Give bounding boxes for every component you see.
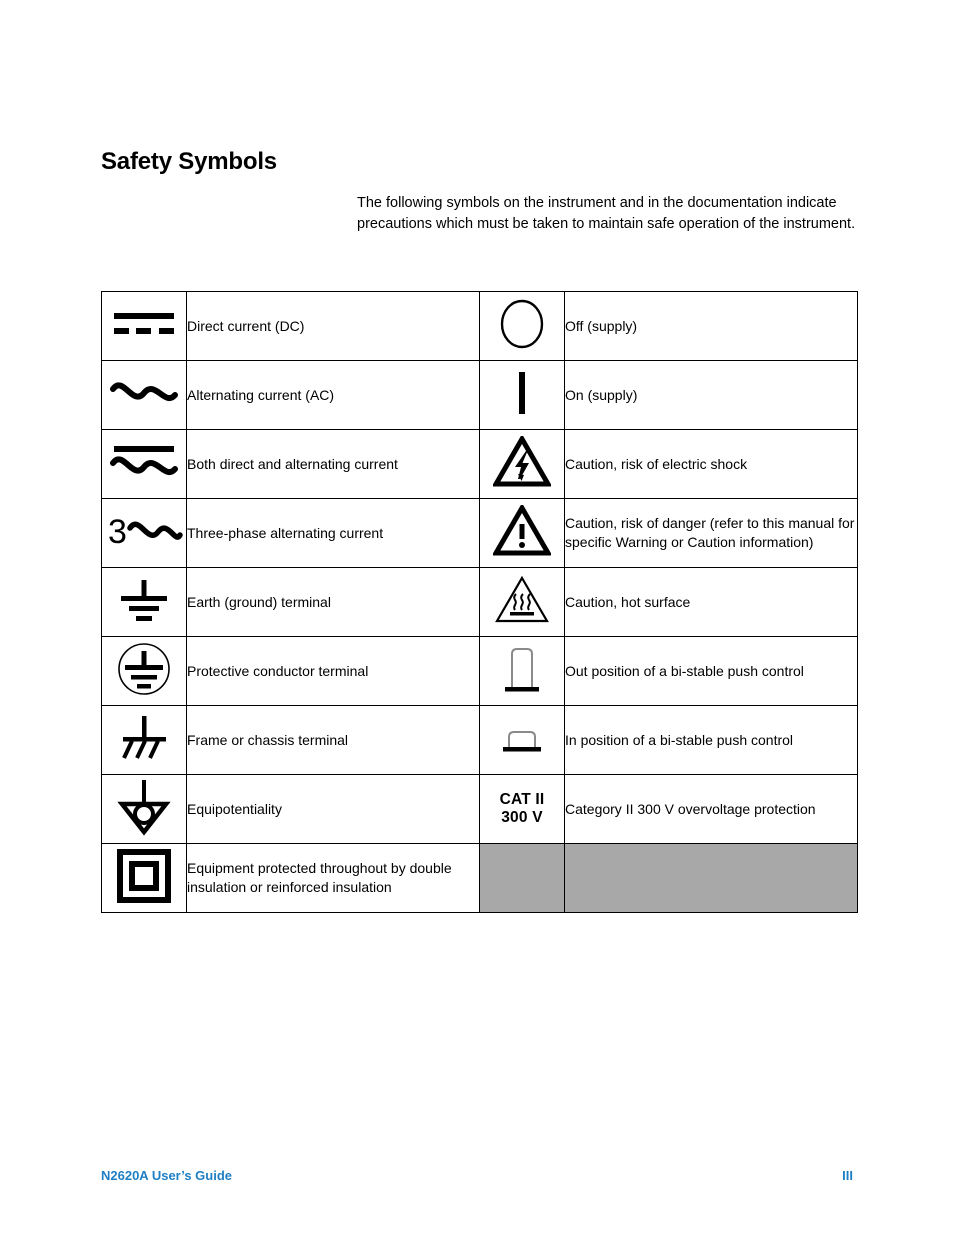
safety-symbols-table: Direct current (DC) Off (supply) Alterna… (101, 291, 858, 913)
symbol-description: Caution, risk of electric shock (564, 429, 858, 499)
double-insulation-icon (101, 843, 187, 913)
empty-symbol-cell (479, 843, 565, 913)
symbol-description: Caution, risk of danger (refer to this m… (564, 498, 858, 568)
table-row: Frame or chassis terminal In position of… (101, 705, 858, 775)
table-row: Both direct and alternating current Caut… (101, 429, 858, 499)
symbol-description: Frame or chassis terminal (186, 705, 480, 775)
electric-shock-warning-icon (479, 429, 565, 499)
protective-conductor-icon (101, 636, 187, 706)
alternating-current-icon (101, 360, 187, 430)
table-row: Alternating current (AC) On (supply) (101, 360, 858, 430)
symbol-description: Caution, hot surface (564, 567, 858, 637)
symbol-description: Category II 300 V overvoltage protection (564, 774, 858, 844)
general-warning-icon (479, 498, 565, 568)
symbol-description: Both direct and alternating current (186, 429, 480, 499)
table-row: Equipment protected throughout by double… (101, 843, 858, 913)
frame-chassis-icon (101, 705, 187, 775)
symbol-description: Off (supply) (564, 291, 858, 361)
symbol-description: Equipment protected throughout by double… (186, 843, 480, 913)
symbol-description: Alternating current (AC) (186, 360, 480, 430)
direct-and-alternating-current-icon (101, 429, 187, 499)
footer-page-number: III (842, 1168, 853, 1183)
hot-surface-warning-icon (479, 567, 565, 637)
symbol-description: Earth (ground) terminal (186, 567, 480, 637)
symbol-description: Equipotentiality (186, 774, 480, 844)
svg-text:3: 3 (108, 513, 127, 551)
symbol-description: Three-phase alternating current (186, 498, 480, 568)
cat-rating-line1: CAT II (499, 791, 545, 808)
direct-current-icon (101, 291, 187, 361)
push-control-out-icon (479, 636, 565, 706)
table-row: Direct current (DC) Off (supply) (101, 291, 858, 361)
table-row: Equipotentiality CAT II 300 V Category I… (101, 774, 858, 844)
earth-ground-icon (101, 567, 187, 637)
page-title: Safety Symbols (101, 148, 277, 175)
power-off-circle-icon (479, 291, 565, 361)
symbol-description: Protective conductor terminal (186, 636, 480, 706)
intro-paragraph: The following symbols on the instrument … (357, 195, 856, 232)
symbol-description: Out position of a bi-stable push control (564, 636, 858, 706)
empty-description-cell (564, 843, 858, 913)
push-control-in-icon (479, 705, 565, 775)
cat-rating-text: CAT II 300 V (479, 774, 565, 844)
symbol-description: Direct current (DC) (186, 291, 480, 361)
three-phase-alternating-current-icon: 3 (101, 498, 187, 568)
table-row: Earth (ground) terminal Caution, hot sur… (101, 567, 858, 637)
table-row: 3 Three-phase alternating current Cautio… (101, 498, 858, 568)
symbol-description: In position of a bi-stable push control (564, 705, 858, 775)
equipotentiality-icon (101, 774, 187, 844)
cat-rating-line2: 300 V (501, 809, 543, 826)
power-on-bar-icon (479, 360, 565, 430)
table-row: Protective conductor terminal Out positi… (101, 636, 858, 706)
symbol-description: On (supply) (564, 360, 858, 430)
